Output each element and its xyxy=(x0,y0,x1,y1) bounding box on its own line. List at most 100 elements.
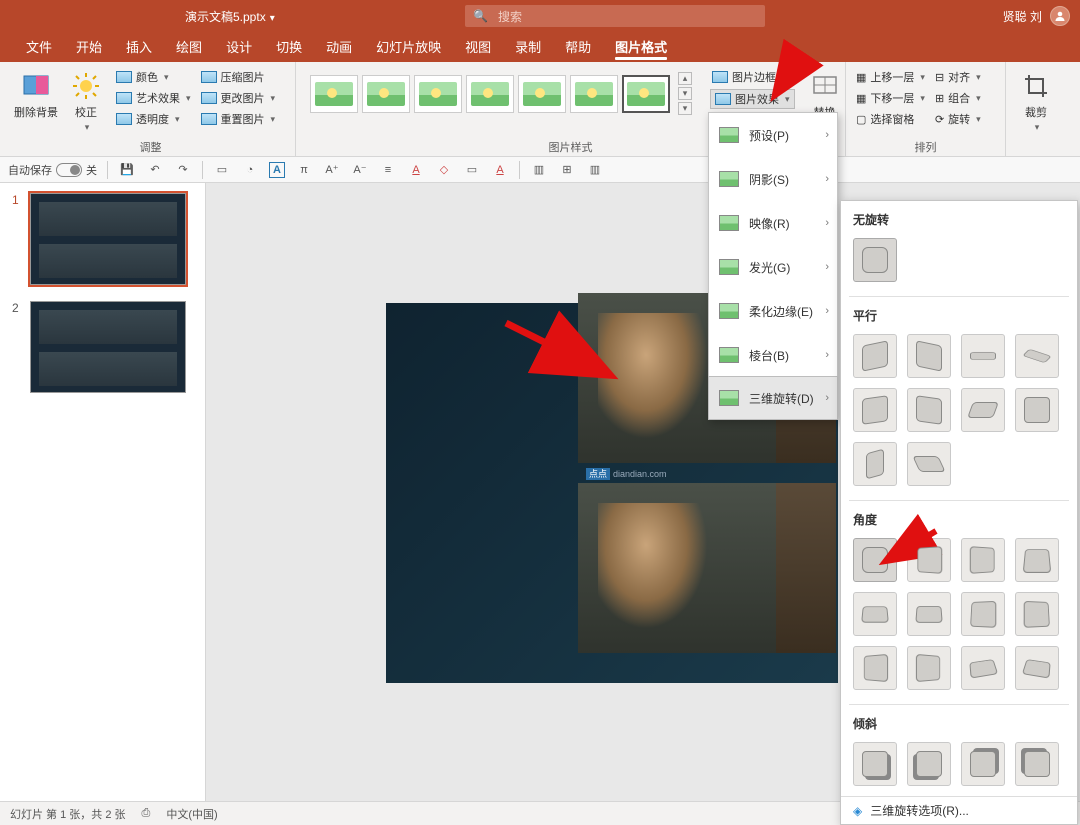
artistic-effects-button[interactable]: 艺术效果▾ xyxy=(114,89,193,107)
document-title[interactable]: 演示文稿5.pptx▾ xyxy=(185,8,275,25)
picture-effects-button[interactable]: 图片效果▾ xyxy=(710,89,795,109)
rotation-option[interactable] xyxy=(907,646,951,690)
menu-glow[interactable]: 发光(G)› xyxy=(709,245,837,289)
save-button[interactable]: 💾 xyxy=(118,161,136,179)
menu-reflection[interactable]: 映像(R)› xyxy=(709,201,837,245)
qat-button[interactable]: ▥ xyxy=(530,161,548,179)
thumbnail-1[interactable]: 1 xyxy=(12,193,193,285)
tab-view[interactable]: 视图 xyxy=(453,31,503,62)
style-thumb[interactable] xyxy=(362,75,410,113)
rotation-option[interactable] xyxy=(1015,334,1059,378)
crop-button[interactable]: 裁剪▾ xyxy=(1014,66,1058,133)
rotation-option[interactable] xyxy=(961,538,1005,582)
qat-button[interactable]: ◔ xyxy=(241,161,259,179)
tab-transitions[interactable]: 切换 xyxy=(264,31,314,62)
tab-insert[interactable]: 插入 xyxy=(114,31,164,62)
rotation-option-selected[interactable] xyxy=(853,538,897,582)
rotation-option[interactable] xyxy=(1015,646,1059,690)
autosave-toggle[interactable]: 自动保存 关 xyxy=(8,162,97,178)
rotation-option[interactable] xyxy=(961,334,1005,378)
qat-button[interactable]: ◇ xyxy=(435,161,453,179)
slide-image-bottom[interactable] xyxy=(578,483,836,653)
rotation-option[interactable] xyxy=(907,538,951,582)
tab-home[interactable]: 开始 xyxy=(64,31,114,62)
group-button[interactable]: ⊞组合▾ xyxy=(933,89,983,107)
rotation-option[interactable] xyxy=(1015,592,1059,636)
rotation-option[interactable] xyxy=(1015,388,1059,432)
bring-forward-button[interactable]: ▦上移一层▾ xyxy=(854,68,927,86)
qat-button[interactable]: A⁻ xyxy=(351,161,369,179)
tab-animations[interactable]: 动画 xyxy=(314,31,364,62)
rotation-option[interactable] xyxy=(853,334,897,378)
rotation-option[interactable] xyxy=(853,742,897,786)
qat-button[interactable]: ≡ xyxy=(379,161,397,179)
accessibility-icon[interactable]: ⎙ xyxy=(142,807,151,820)
corrections-button[interactable]: 校正▾ xyxy=(64,66,108,133)
send-backward-button[interactable]: ▦下移一层▾ xyxy=(854,89,927,107)
qat-button[interactable]: A xyxy=(269,162,285,178)
tab-draw[interactable]: 绘图 xyxy=(164,31,214,62)
tab-picture-format[interactable]: 图片格式 xyxy=(603,31,679,62)
rotation-none-option[interactable] xyxy=(853,238,897,282)
user-avatar-icon[interactable] xyxy=(1050,6,1070,26)
menu-shadow[interactable]: 阴影(S)› xyxy=(709,157,837,201)
menu-bevel[interactable]: 棱台(B)› xyxy=(709,333,837,377)
redo-button[interactable]: ↷ xyxy=(174,161,192,179)
rotation-option[interactable] xyxy=(1015,742,1059,786)
transparency-button[interactable]: 透明度▾ xyxy=(114,110,193,128)
tab-slideshow[interactable]: 幻灯片放映 xyxy=(364,31,453,62)
rotation-option[interactable] xyxy=(1015,538,1059,582)
qat-button[interactable]: A xyxy=(491,161,509,179)
qat-button[interactable]: A⁺ xyxy=(323,161,341,179)
qat-button[interactable]: ▭ xyxy=(213,161,231,179)
change-picture-button[interactable]: 更改图片▾ xyxy=(199,89,278,107)
qat-button[interactable]: ▥ xyxy=(586,161,604,179)
tab-record[interactable]: 录制 xyxy=(503,31,553,62)
tab-help[interactable]: 帮助 xyxy=(553,31,603,62)
gallery-up-icon[interactable]: ▴ xyxy=(678,72,692,85)
rotation-option[interactable] xyxy=(853,442,897,486)
rotation-option[interactable] xyxy=(853,646,897,690)
tab-file[interactable]: 文件 xyxy=(14,31,64,62)
style-thumb[interactable] xyxy=(414,75,462,113)
rotation-option[interactable] xyxy=(961,388,1005,432)
style-thumb-selected[interactable] xyxy=(622,75,670,113)
compress-button[interactable]: 压缩图片 xyxy=(199,68,278,86)
search-box[interactable]: 🔍 搜索 xyxy=(465,5,765,27)
menu-soft-edges[interactable]: 柔化边缘(E)› xyxy=(709,289,837,333)
gallery-down-icon[interactable]: ▾ xyxy=(678,87,692,100)
tab-design[interactable]: 设计 xyxy=(214,31,264,62)
gallery-more-icon[interactable]: ▾ xyxy=(678,102,692,115)
qat-button[interactable]: A xyxy=(407,161,425,179)
rotation-option[interactable] xyxy=(907,442,951,486)
style-thumb[interactable] xyxy=(310,75,358,113)
align-button[interactable]: ⊟对齐▾ xyxy=(933,68,983,86)
user-area[interactable]: 贤聪 刘 xyxy=(1003,6,1070,26)
rotation-option[interactable] xyxy=(907,742,951,786)
rotation-option[interactable] xyxy=(961,592,1005,636)
menu-3d-rotation[interactable]: 三维旋转(D)› xyxy=(708,376,838,420)
color-button[interactable]: 颜色▾ xyxy=(114,68,193,86)
qat-button[interactable]: π xyxy=(295,161,313,179)
rotation-option[interactable] xyxy=(907,334,951,378)
rotation-option[interactable] xyxy=(907,388,951,432)
remove-background-button[interactable]: 删除背景 xyxy=(14,66,58,120)
rotation-option[interactable] xyxy=(853,388,897,432)
rotation-option[interactable] xyxy=(961,742,1005,786)
thumbnail-2[interactable]: 2 xyxy=(12,301,193,393)
style-thumb[interactable] xyxy=(466,75,514,113)
qat-button[interactable]: ⊞ xyxy=(558,161,576,179)
rotate-button[interactable]: ⟳旋转▾ xyxy=(933,110,983,128)
rotation-option[interactable] xyxy=(853,592,897,636)
rotation-options-button[interactable]: ◈ 三维旋转选项(R)... xyxy=(841,796,1077,824)
qat-button[interactable]: ▭ xyxy=(463,161,481,179)
picture-styles-gallery[interactable]: ▴ ▾ ▾ xyxy=(304,66,698,115)
rotation-option[interactable] xyxy=(907,592,951,636)
language-indicator[interactable]: 中文(中国) xyxy=(166,806,217,822)
style-thumb[interactable] xyxy=(518,75,566,113)
undo-button[interactable]: ↶ xyxy=(146,161,164,179)
style-thumb[interactable] xyxy=(570,75,618,113)
rotation-option[interactable] xyxy=(961,646,1005,690)
reset-picture-button[interactable]: 重置图片▾ xyxy=(199,110,278,128)
picture-border-button[interactable]: 图片边框▾ xyxy=(710,68,795,86)
